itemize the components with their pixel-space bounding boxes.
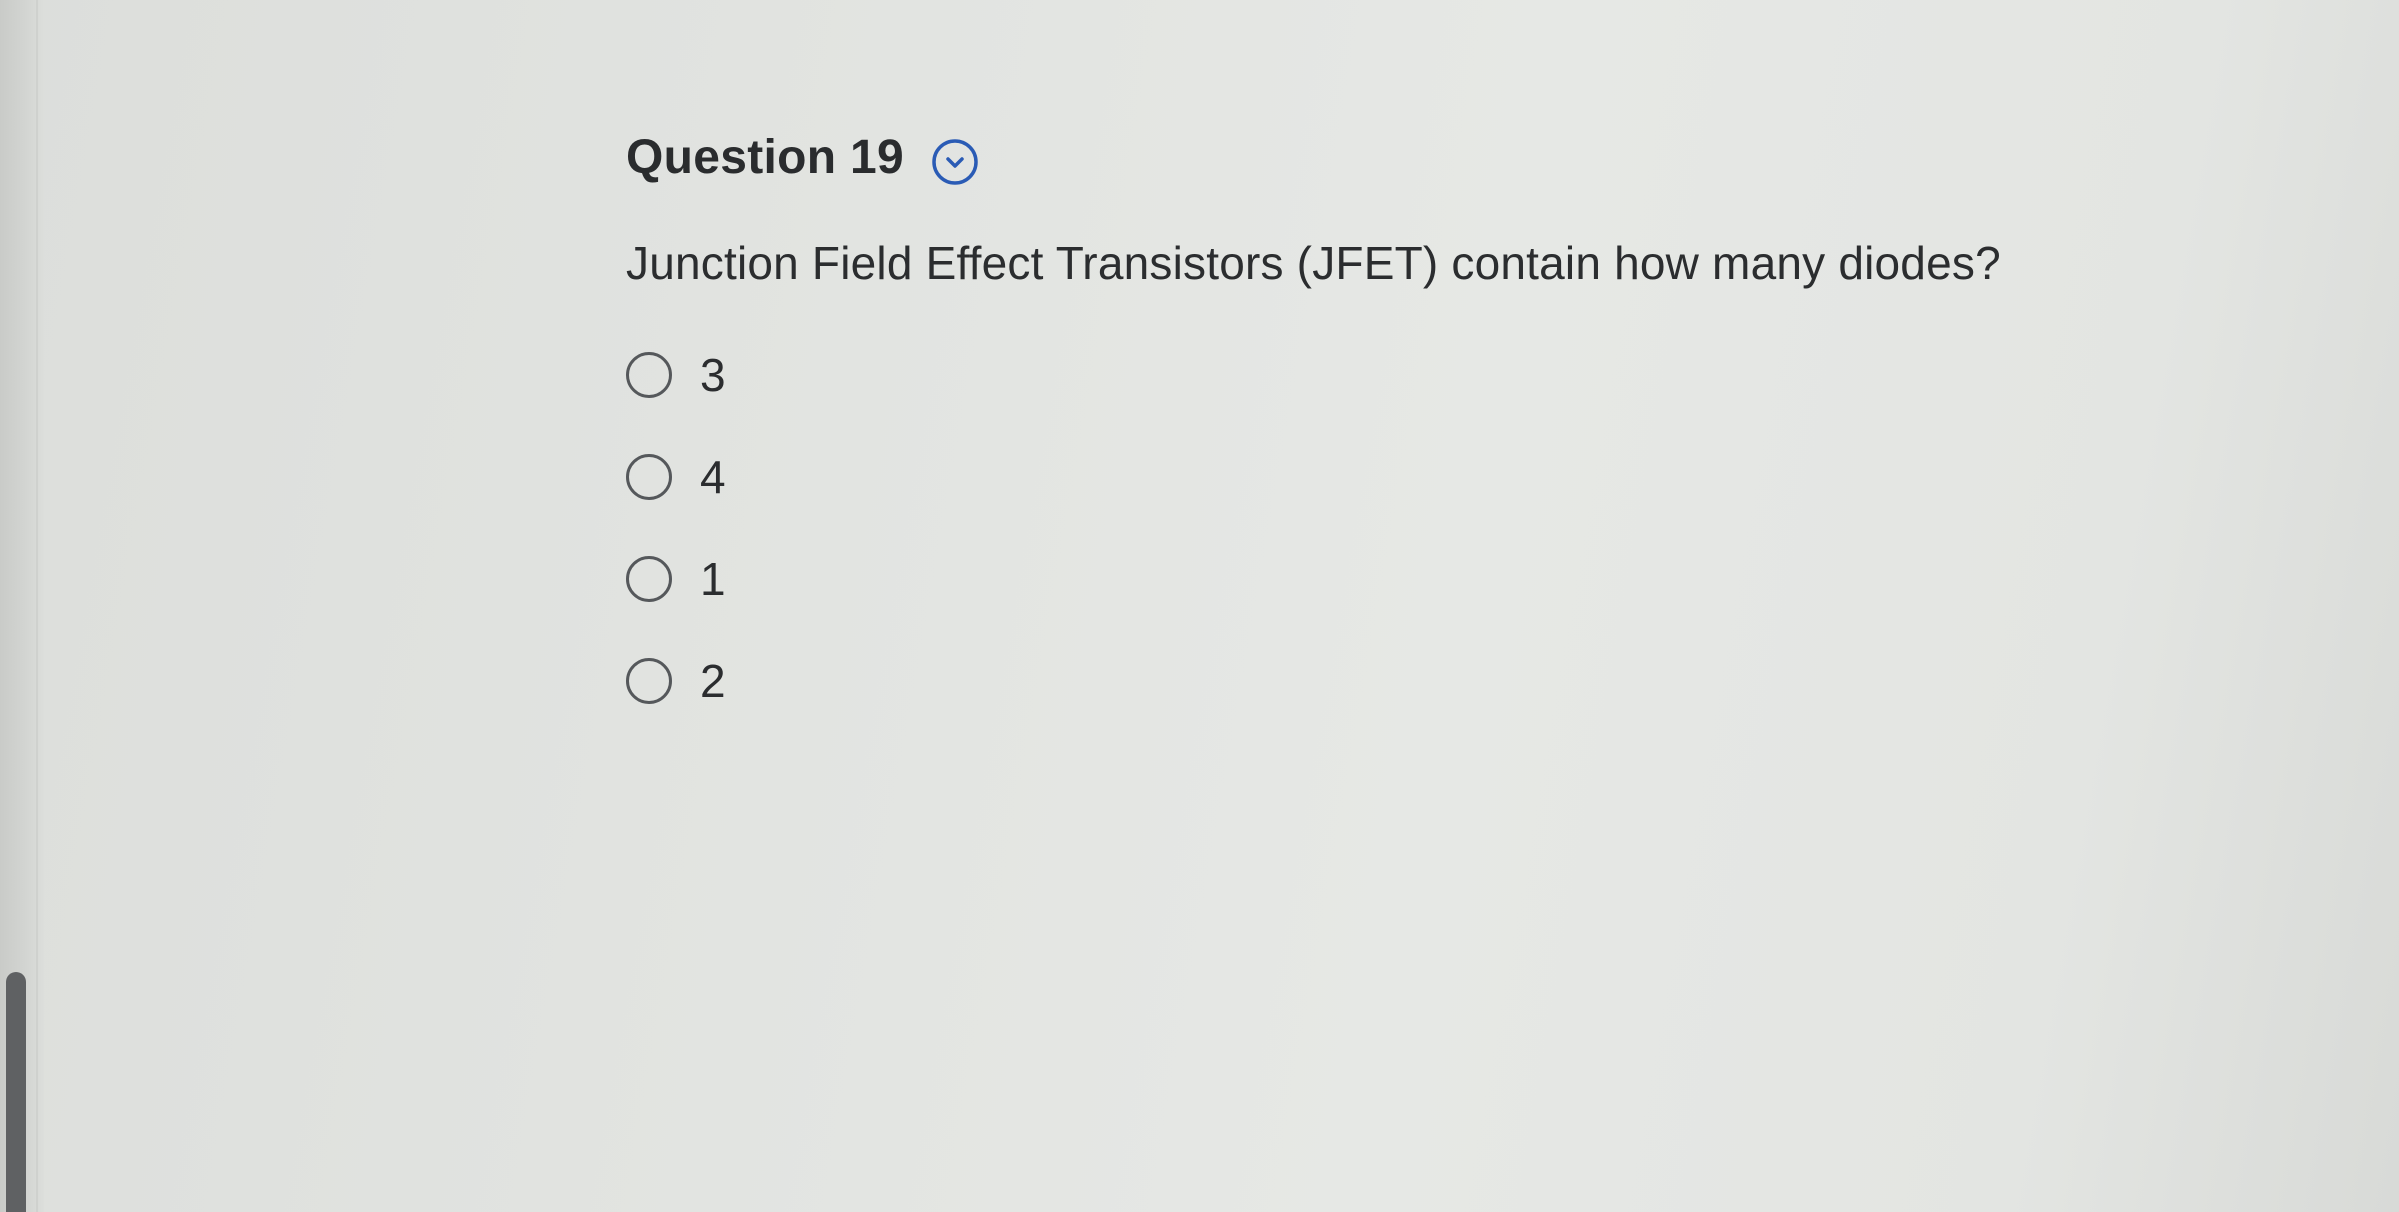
option-label: 3	[700, 349, 726, 401]
answer-options: 3 4 1 2	[626, 342, 2126, 714]
question-title: Question 19	[626, 130, 905, 184]
answer-option-4[interactable]: 2	[626, 648, 2126, 714]
answer-option-1[interactable]: 3	[626, 342, 2126, 408]
option-label: 4	[700, 451, 726, 503]
radio-button[interactable]	[626, 454, 672, 500]
question-header: Question 19	[626, 122, 2126, 192]
answer-option-3[interactable]: 1	[626, 546, 2126, 612]
radio-button[interactable]	[626, 556, 672, 602]
question-text: Junction Field Effect Transistors (JFET)…	[626, 237, 2001, 289]
answer-option-2[interactable]: 4	[626, 444, 2126, 510]
option-label: 1	[700, 553, 726, 605]
radio-button[interactable]	[626, 352, 672, 398]
left-edge-divider	[36, 0, 38, 1212]
chevron-down-circle-icon[interactable]	[930, 137, 980, 187]
option-label: 2	[700, 655, 726, 707]
question-card: Question 19 Junction Field Effect Transi…	[626, 122, 2126, 750]
scrollbar-thumb[interactable]	[6, 972, 26, 1212]
radio-button[interactable]	[626, 658, 672, 704]
